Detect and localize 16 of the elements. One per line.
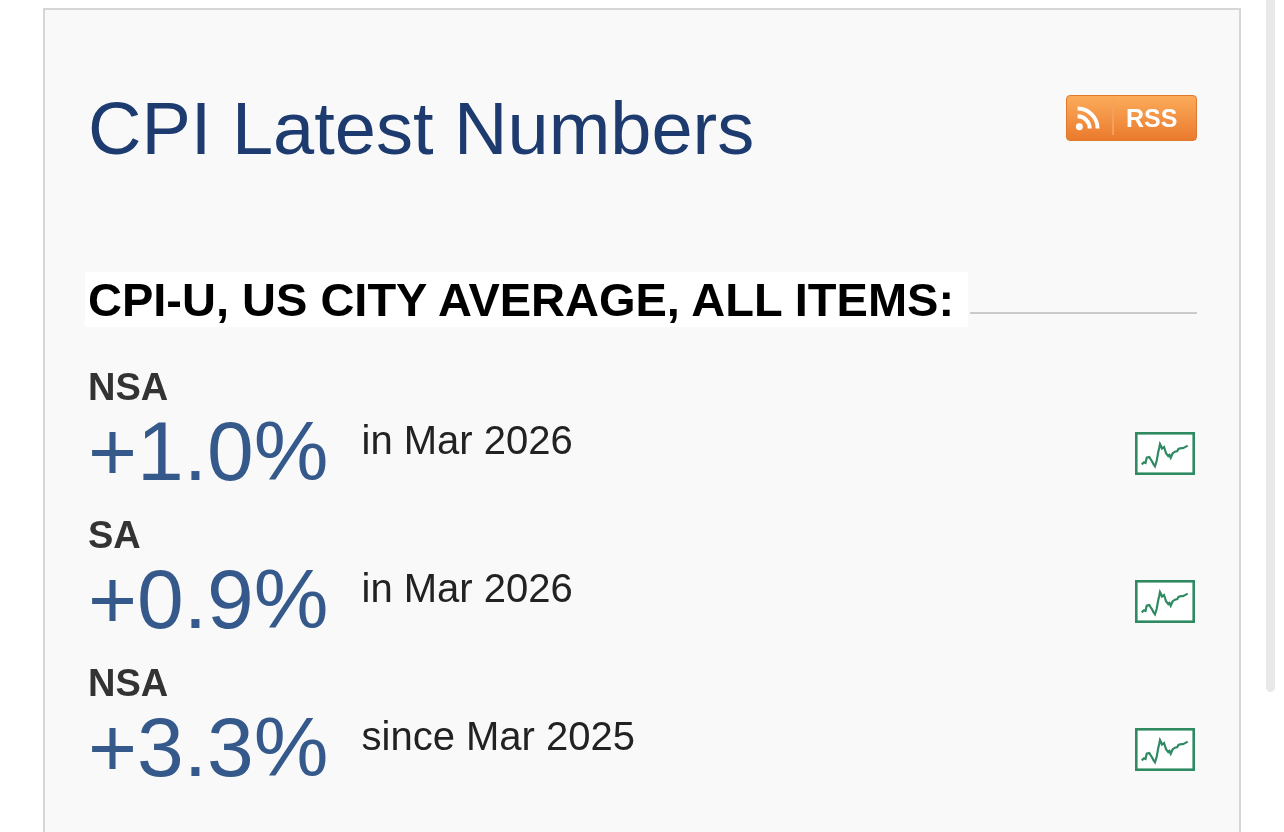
line-chart-icon[interactable] [1135, 580, 1195, 623]
period-text: in Mar 2026 [361, 568, 573, 608]
line-chart-icon[interactable] [1135, 728, 1195, 771]
series-heading: CPI-U, US CITY AVERAGE, ALL ITEMS: [85, 272, 969, 327]
percent-change: +1.0% [88, 409, 329, 493]
rss-feed-button[interactable]: RSS [1066, 95, 1197, 141]
adjustment-label: NSA [88, 368, 169, 406]
line-chart-icon[interactable] [1135, 432, 1195, 475]
percent-change: +3.3% [88, 705, 329, 789]
panel-title: CPI Latest Numbers [88, 92, 755, 166]
percent-change: +0.9% [88, 557, 329, 641]
period-text: in Mar 2026 [361, 420, 573, 460]
adjustment-label: SA [88, 516, 141, 554]
rss-icon [1075, 105, 1101, 131]
period-text: since Mar 2025 [361, 716, 635, 756]
adjustment-label: NSA [88, 664, 169, 702]
